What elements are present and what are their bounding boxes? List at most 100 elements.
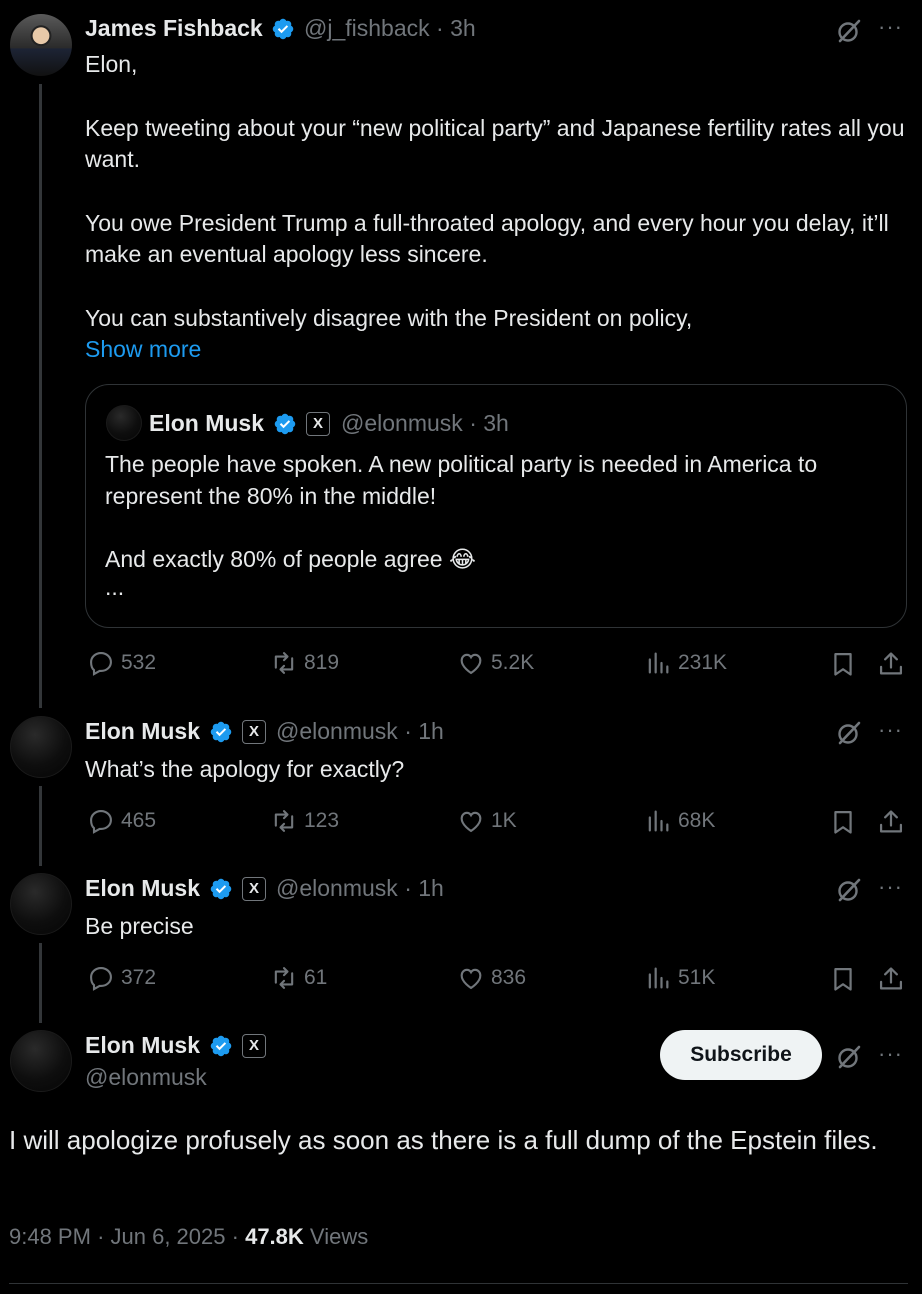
meta-separator: · <box>404 718 412 744</box>
tweet-timestamp: 9:48 PM · Jun 6, 2025 · 47.8K Views <box>9 1224 368 1250</box>
like-count: 5.2K <box>491 651 535 674</box>
x-affiliate-icon: X <box>242 877 266 901</box>
handle-text[interactable]: @elonmusk <box>276 718 398 744</box>
author-name[interactable]: Elon Musk <box>85 718 200 745</box>
thread-line <box>39 84 42 708</box>
reply-count: 465 <box>121 809 157 832</box>
subscribe-button[interactable]: Subscribe <box>660 1030 822 1080</box>
verified-badge-icon <box>209 720 233 744</box>
reply-button[interactable]: 372 <box>87 964 156 992</box>
avatar[interactable] <box>10 14 72 76</box>
repost-button[interactable]: 123 <box>270 807 339 835</box>
views-icon <box>644 807 672 835</box>
meta-separator: · <box>469 410 477 436</box>
tweet-line: Elon, <box>85 51 138 77</box>
repost-icon <box>270 964 298 992</box>
repost-icon <box>270 807 298 835</box>
avatar[interactable] <box>10 1030 72 1092</box>
like-button[interactable]: 836 <box>457 964 526 992</box>
views-label: Views <box>309 1224 369 1249</box>
tweet-date[interactable]: Jun 6, 2025 <box>111 1224 226 1249</box>
x-affiliate-icon: X <box>242 720 266 744</box>
avatar[interactable] <box>10 716 72 778</box>
author-name[interactable]: Elon Musk <box>85 875 200 902</box>
more-options-button[interactable]: ··· <box>878 14 903 40</box>
author-name[interactable]: Elon Musk <box>85 1032 200 1059</box>
tweet-time: 3h <box>483 410 509 436</box>
quote-author-name: Elon Musk <box>149 410 265 436</box>
more-options-button[interactable]: ··· <box>878 1041 903 1067</box>
tweet-line: Keep tweeting about your “new political … <box>85 114 905 173</box>
tweet-line: You owe President Trump a full-throated … <box>85 209 889 268</box>
share-icon[interactable] <box>877 808 905 836</box>
more-options-button[interactable]: ··· <box>878 874 903 900</box>
tweet-time[interactable]: 1h <box>418 718 444 744</box>
quote-avatar <box>106 405 142 441</box>
repost-button[interactable]: 61 <box>270 964 327 992</box>
verified-badge-icon <box>271 17 295 41</box>
views-icon <box>644 649 672 677</box>
quote-author-handle: @elonmusk · 3h <box>341 410 509 437</box>
tweet-text: Elon, Keep tweeting about your “new poli… <box>85 49 910 366</box>
verified-badge-icon <box>209 877 233 901</box>
tweet-time[interactable]: 9:48 PM <box>9 1224 91 1249</box>
author-name[interactable]: James Fishback <box>85 15 263 42</box>
share-icon[interactable] <box>877 650 905 678</box>
thread-line <box>39 786 42 866</box>
grok-icon[interactable] <box>834 1042 864 1072</box>
quote-ellipsis: ... <box>105 573 125 600</box>
handle-text[interactable]: @j_fishback <box>304 15 430 41</box>
repost-count: 123 <box>304 809 340 832</box>
meta-separator: · <box>436 15 444 41</box>
tweet-text: Be precise <box>85 913 194 939</box>
author-handle[interactable]: @j_fishback · 3h <box>304 15 476 42</box>
grok-icon[interactable] <box>834 16 864 46</box>
meta-separator: · <box>97 1224 105 1249</box>
reply-icon <box>87 964 115 992</box>
like-count: 836 <box>491 966 527 989</box>
tweet-time[interactable]: 1h <box>418 875 444 901</box>
show-more-link[interactable]: Show more <box>85 334 910 366</box>
quoted-tweet[interactable]: Elon Musk X @elonmusk · 3h The people ha… <box>85 384 907 628</box>
like-button[interactable]: 5.2K <box>457 649 534 677</box>
grok-icon[interactable] <box>834 718 864 748</box>
meta-separator: · <box>404 875 412 901</box>
views-count: 231K <box>678 651 728 674</box>
views-count: 51K <box>678 966 716 989</box>
like-button[interactable]: 1K <box>457 807 517 835</box>
bookmark-icon[interactable] <box>829 965 857 993</box>
main-tweet-text: I will apologize profusely as soon as th… <box>9 1125 878 1155</box>
tweet-line: You can substantively disagree with the … <box>85 304 693 331</box>
like-icon <box>457 649 485 677</box>
share-icon[interactable] <box>877 965 905 993</box>
like-icon <box>457 807 485 835</box>
repost-button[interactable]: 819 <box>270 649 339 677</box>
author-handle[interactable]: @elonmusk <box>85 1064 207 1091</box>
bookmark-icon[interactable] <box>829 808 857 836</box>
reply-icon <box>87 807 115 835</box>
tweet-time[interactable]: 3h <box>450 15 476 41</box>
avatar[interactable] <box>10 873 72 935</box>
handle-text: @elonmusk <box>341 410 463 436</box>
author-handle[interactable]: @elonmusk · 1h <box>276 875 444 902</box>
handle-text[interactable]: @elonmusk <box>276 875 398 901</box>
views-button[interactable]: 68K <box>644 807 715 835</box>
meta-separator: · <box>231 1224 239 1249</box>
grok-icon[interactable] <box>834 875 864 905</box>
reply-button[interactable]: 465 <box>87 807 156 835</box>
reply-count: 532 <box>121 651 157 674</box>
views-button[interactable]: 51K <box>644 964 715 992</box>
views-icon <box>644 964 672 992</box>
repost-icon <box>270 649 298 677</box>
views-button[interactable]: 231K <box>644 649 727 677</box>
author-handle[interactable]: @elonmusk · 1h <box>276 718 444 745</box>
reply-icon <box>87 649 115 677</box>
like-count: 1K <box>491 809 517 832</box>
bookmark-icon[interactable] <box>829 650 857 678</box>
reply-button[interactable]: 532 <box>87 649 156 677</box>
view-count: 47.8K <box>245 1224 304 1249</box>
x-affiliate-icon: X <box>242 1034 266 1058</box>
quote-text: The people have spoken. A new political … <box>105 449 895 603</box>
more-options-button[interactable]: ··· <box>878 717 903 743</box>
thread-line <box>39 943 42 1023</box>
